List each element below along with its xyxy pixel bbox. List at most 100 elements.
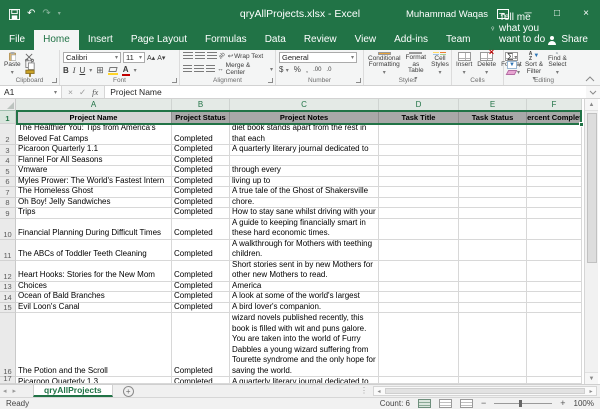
font-dialog-launcher[interactable] <box>172 78 177 83</box>
cell[interactable]: Completed <box>172 124 230 145</box>
cell[interactable]: A quarterly literary journal dedicated t… <box>230 377 379 384</box>
cell[interactable] <box>527 377 582 384</box>
row-number[interactable]: 4 <box>0 156 16 167</box>
clipboard-dialog-launcher[interactable] <box>52 78 57 83</box>
align-right-button[interactable] <box>206 65 215 73</box>
row-number[interactable]: 15 <box>0 303 16 314</box>
cell[interactable] <box>459 292 527 303</box>
align-center-button[interactable] <box>194 65 203 73</box>
cell[interactable]: Picaroon Quarterly 1.3 <box>16 377 172 384</box>
row-number[interactable]: 11 <box>0 240 16 261</box>
align-bottom-button[interactable] <box>207 52 217 60</box>
cell[interactable] <box>379 145 459 156</box>
delete-cells-button[interactable]: Delete▾ <box>476 52 497 76</box>
cell[interactable] <box>379 124 459 145</box>
cell[interactable]: Packing lunches doesn't have to be a cho… <box>230 198 379 209</box>
percent-format-button[interactable]: % <box>294 65 301 74</box>
ribbon-tab-page-layout[interactable]: Page Layout <box>122 30 196 50</box>
column-header-d[interactable]: D <box>379 99 459 111</box>
cell[interactable] <box>527 145 582 156</box>
paste-dropdown-icon[interactable]: ▾ <box>11 70 14 77</box>
share-button[interactable]: Share <box>547 34 600 50</box>
cell[interactable] <box>459 166 527 177</box>
scroll-right-icon[interactable]: ▸ <box>586 388 596 395</box>
cell[interactable]: Mr. Davis walks the average user through… <box>230 166 379 177</box>
grow-font-button[interactable]: A▴ <box>147 54 155 62</box>
close-button[interactable]: × <box>576 0 596 28</box>
page-break-view-button[interactable] <box>460 399 473 408</box>
undo-icon[interactable]: ↶ <box>27 9 35 19</box>
row-number[interactable]: 7 <box>0 187 16 198</box>
cell[interactable]: Short stories sent in by new Mothers for… <box>230 261 379 282</box>
find-select-button[interactable]: Find & Select▾ <box>547 52 568 76</box>
font-color-dropdown-icon[interactable]: ▾ <box>134 67 137 74</box>
currency-format-button[interactable]: $ ▾ <box>279 65 289 74</box>
name-box[interactable]: A1▾ <box>0 86 62 98</box>
cell[interactable] <box>527 156 582 167</box>
row-number[interactable]: 2 <box>0 124 16 145</box>
column-header-c[interactable]: C <box>230 99 379 111</box>
cell[interactable] <box>379 208 459 219</box>
cell[interactable] <box>459 198 527 209</box>
cell[interactable] <box>459 303 527 314</box>
row-number[interactable]: 17 <box>0 377 16 384</box>
cell[interactable]: Heart Hooks: Stories for the New Mom <box>16 261 172 282</box>
cell[interactable]: Ocean of Bald Branches <box>16 292 172 303</box>
cell[interactable] <box>527 219 582 240</box>
header-cell[interactable]: Task Title <box>379 111 459 124</box>
column-header-f[interactable]: F <box>527 99 582 111</box>
cell[interactable] <box>379 198 459 209</box>
header-cell[interactable]: Project Status <box>172 111 230 124</box>
cell[interactable] <box>459 240 527 261</box>
orientation-button[interactable]: ab <box>218 52 227 61</box>
row-number[interactable]: 10 <box>0 219 16 240</box>
prev-sheet-icon[interactable]: ◂ <box>0 385 10 397</box>
merge-center-button[interactable]: ↔Merge & Center▾ <box>217 62 273 76</box>
row-number[interactable]: 12 <box>0 261 16 282</box>
cell[interactable]: Yet another guide to staying healthy, th… <box>230 124 379 145</box>
row-number[interactable]: 9 <box>0 208 16 219</box>
zoom-level[interactable]: 100% <box>574 399 594 408</box>
cell[interactable] <box>379 166 459 177</box>
cell[interactable]: Completed <box>172 282 230 293</box>
cell[interactable] <box>379 377 459 384</box>
cell[interactable] <box>527 303 582 314</box>
ribbon-tab-review[interactable]: Review <box>295 30 346 50</box>
insert-function-icon[interactable]: fx <box>92 87 98 97</box>
collapse-ribbon-icon[interactable] <box>585 76 595 82</box>
ribbon-tab-view[interactable]: View <box>346 30 386 50</box>
row-number[interactable]: 8 <box>0 198 16 209</box>
borders-icon[interactable]: ⊞ <box>96 65 104 76</box>
column-header-a[interactable]: A <box>16 99 172 111</box>
cell[interactable] <box>459 282 527 293</box>
cell[interactable]: Completed <box>172 187 230 198</box>
row-number[interactable]: 13 <box>0 282 16 293</box>
row-number[interactable]: 3 <box>0 145 16 156</box>
cell[interactable]: Completed <box>172 240 230 261</box>
ribbon-tab-insert[interactable]: Insert <box>79 30 122 50</box>
cell[interactable]: The Potion and the Scroll <box>16 313 172 377</box>
horizontal-scrollbar[interactable]: ◂ ▸ <box>373 386 597 396</box>
cell[interactable] <box>379 282 459 293</box>
cell[interactable] <box>459 313 527 377</box>
underline-dropdown-icon[interactable]: ▾ <box>89 67 92 74</box>
maximize-button[interactable]: □ <box>547 0 567 28</box>
cell[interactable]: A bird lover's companion. <box>230 303 379 314</box>
cell[interactable] <box>459 156 527 167</box>
enter-check-icon[interactable]: ✓ <box>79 87 86 98</box>
align-left-button[interactable] <box>183 65 192 73</box>
bold-button[interactable]: B <box>63 66 69 75</box>
cell[interactable]: A walkthrough for Mothers with teething … <box>230 240 379 261</box>
fill-button[interactable]: ▼▾ <box>507 61 521 69</box>
number-dialog-launcher[interactable] <box>356 78 361 83</box>
ribbon-tab-formulas[interactable]: Formulas <box>196 30 256 50</box>
formula-content[interactable]: Project Name <box>105 86 586 98</box>
header-cell[interactable]: Project Notes <box>230 111 379 124</box>
cell[interactable]: The Homeless Ghost <box>16 187 172 198</box>
cell[interactable] <box>527 261 582 282</box>
cell-styles-button[interactable]: Cell Styles▾ <box>430 52 450 76</box>
format-painter-button[interactable] <box>25 69 35 77</box>
format-as-table-button[interactable]: Format as Table▾ <box>405 52 428 76</box>
cell[interactable] <box>379 177 459 188</box>
cell[interactable]: A short story about a college intern, li… <box>230 177 379 188</box>
